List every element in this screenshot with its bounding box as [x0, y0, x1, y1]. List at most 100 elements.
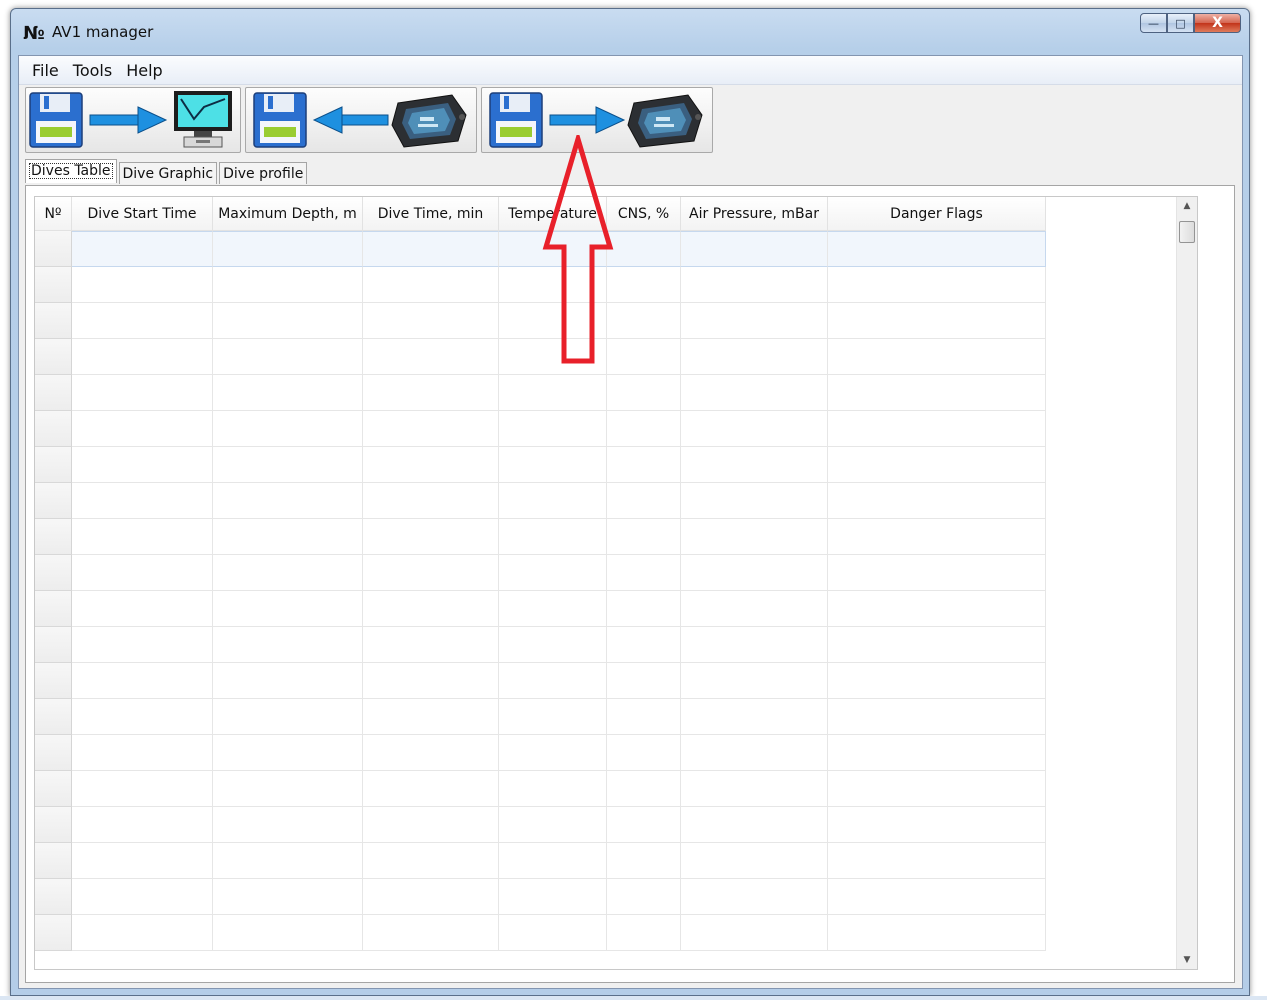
scroll-up-icon[interactable]: ▲ — [1177, 197, 1197, 215]
table-cell[interactable] — [607, 771, 681, 807]
table-cell[interactable] — [363, 843, 499, 879]
minimize-button[interactable]: — — [1140, 13, 1167, 33]
table-cell[interactable] — [828, 447, 1046, 483]
table-cell[interactable] — [72, 375, 213, 411]
table-cell[interactable] — [499, 375, 607, 411]
table-cell[interactable] — [499, 771, 607, 807]
table-cell[interactable] — [213, 663, 363, 699]
menu-tools[interactable]: Tools — [68, 61, 121, 80]
table-cell[interactable] — [72, 447, 213, 483]
row-header-cell[interactable] — [35, 519, 72, 555]
table-cell[interactable] — [72, 843, 213, 879]
table-cell[interactable] — [828, 663, 1046, 699]
table-row[interactable] — [35, 411, 1046, 447]
table-cell[interactable] — [72, 627, 213, 663]
table-row[interactable] — [35, 627, 1046, 663]
table-cell[interactable] — [213, 483, 363, 519]
table-cell[interactable] — [72, 519, 213, 555]
table-cell[interactable] — [72, 267, 213, 303]
table-cell[interactable] — [607, 627, 681, 663]
table-cell[interactable] — [213, 447, 363, 483]
table-cell[interactable] — [213, 411, 363, 447]
table-cell[interactable] — [499, 915, 607, 951]
table-cell[interactable] — [828, 699, 1046, 735]
table-cell[interactable] — [681, 303, 828, 339]
table-cell[interactable] — [363, 771, 499, 807]
table-row[interactable] — [35, 303, 1046, 339]
table-row[interactable] — [35, 843, 1046, 879]
table-cell[interactable] — [499, 627, 607, 663]
table-cell[interactable] — [213, 627, 363, 663]
table-cell[interactable] — [72, 555, 213, 591]
row-header-cell[interactable] — [35, 267, 72, 303]
table-cell[interactable] — [681, 519, 828, 555]
upload-to-device-button[interactable] — [481, 87, 713, 153]
table-cell[interactable] — [607, 339, 681, 375]
table-cell[interactable] — [607, 735, 681, 771]
table-cell[interactable] — [681, 843, 828, 879]
table-cell[interactable] — [363, 555, 499, 591]
table-cell[interactable] — [681, 771, 828, 807]
table-cell[interactable] — [607, 879, 681, 915]
row-header-cell[interactable] — [35, 591, 72, 627]
table-cell[interactable] — [681, 663, 828, 699]
table-cell[interactable] — [72, 411, 213, 447]
table-cell[interactable] — [213, 807, 363, 843]
row-header-cell[interactable] — [35, 555, 72, 591]
dives-grid[interactable]: Nº Dive Start Time Maximum Depth, m Dive… — [34, 196, 1198, 970]
floppy-to-monitor-button[interactable] — [25, 87, 241, 153]
row-header-cell[interactable] — [35, 807, 72, 843]
table-cell[interactable] — [681, 483, 828, 519]
table-cell[interactable] — [72, 339, 213, 375]
table-row[interactable] — [35, 267, 1046, 303]
column-header-dive-start-time[interactable]: Dive Start Time — [72, 197, 213, 231]
table-cell[interactable] — [828, 627, 1046, 663]
table-cell[interactable] — [499, 303, 607, 339]
close-button[interactable]: X — [1194, 13, 1241, 33]
table-cell[interactable] — [828, 555, 1046, 591]
table-cell[interactable] — [72, 699, 213, 735]
table-cell[interactable] — [607, 447, 681, 483]
tab-dive-graphic[interactable]: Dive Graphic — [118, 162, 218, 184]
download-from-device-button[interactable] — [245, 87, 477, 153]
table-cell[interactable] — [363, 627, 499, 663]
title-bar[interactable]: № AV1 manager — □ X — [11, 9, 1249, 55]
table-cell[interactable] — [499, 555, 607, 591]
table-cell[interactable] — [213, 591, 363, 627]
table-cell[interactable] — [681, 627, 828, 663]
table-cell[interactable] — [363, 483, 499, 519]
table-cell[interactable] — [828, 915, 1046, 951]
table-row[interactable] — [35, 879, 1046, 915]
table-cell[interactable] — [363, 267, 499, 303]
table-row[interactable] — [35, 375, 1046, 411]
row-header-cell[interactable] — [35, 339, 72, 375]
table-cell[interactable] — [499, 663, 607, 699]
table-cell[interactable] — [828, 843, 1046, 879]
table-cell[interactable] — [499, 735, 607, 771]
table-cell[interactable] — [363, 735, 499, 771]
table-cell[interactable] — [828, 267, 1046, 303]
table-cell[interactable] — [213, 843, 363, 879]
table-cell[interactable] — [499, 231, 607, 267]
table-cell[interactable] — [363, 411, 499, 447]
table-cell[interactable] — [72, 663, 213, 699]
table-cell[interactable] — [363, 375, 499, 411]
scroll-down-icon[interactable]: ▼ — [1177, 951, 1197, 969]
table-cell[interactable] — [72, 771, 213, 807]
table-cell[interactable] — [828, 483, 1046, 519]
table-cell[interactable] — [828, 339, 1046, 375]
row-header-cell[interactable] — [35, 771, 72, 807]
row-header-cell[interactable] — [35, 303, 72, 339]
table-cell[interactable] — [607, 375, 681, 411]
column-header-cns[interactable]: CNS, % — [607, 197, 681, 231]
menu-help[interactable]: Help — [121, 61, 171, 80]
table-cell[interactable] — [499, 483, 607, 519]
table-row[interactable] — [35, 663, 1046, 699]
table-cell[interactable] — [72, 591, 213, 627]
scroll-thumb[interactable] — [1179, 221, 1195, 243]
column-header-temperature[interactable]: Temperature — [499, 197, 607, 231]
table-cell[interactable] — [828, 231, 1046, 267]
table-cell[interactable] — [72, 303, 213, 339]
table-cell[interactable] — [72, 483, 213, 519]
table-cell[interactable] — [681, 699, 828, 735]
